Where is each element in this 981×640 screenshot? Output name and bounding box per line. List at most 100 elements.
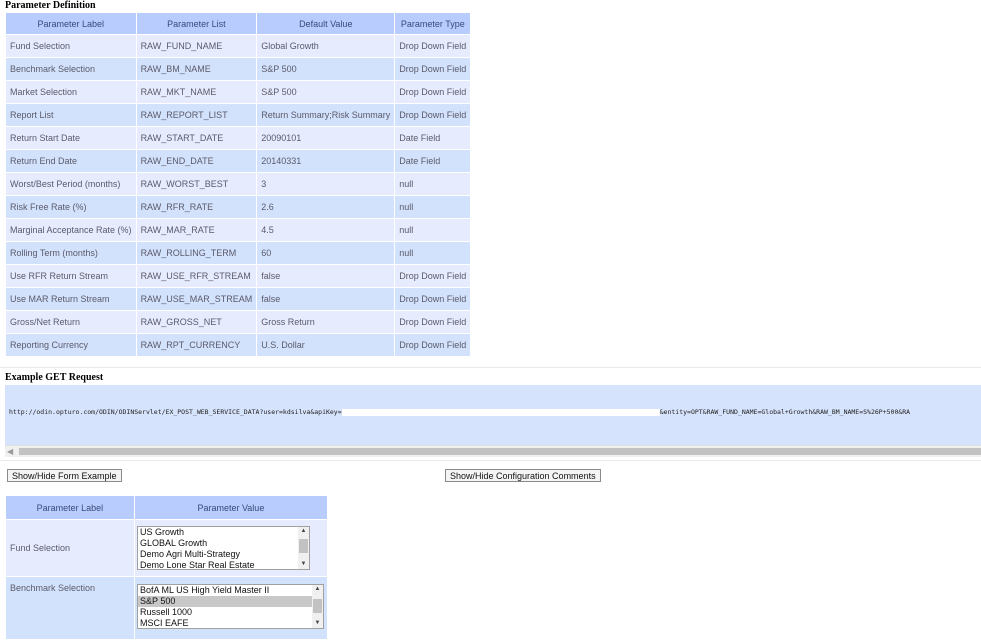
param-label-cell: Fund Selection bbox=[5, 34, 137, 58]
table-row: Marginal Acceptance Rate (%) RAW_MAR_RATE… bbox=[5, 218, 472, 242]
scroll-left-icon[interactable]: ◀ bbox=[7, 446, 13, 457]
param-list-cell: RAW_END_DATE bbox=[135, 149, 258, 173]
default-value-cell: Global Growth bbox=[256, 34, 396, 58]
param-type-cell: null bbox=[394, 241, 472, 265]
param-label-cell: Use RFR Return Stream bbox=[5, 264, 137, 288]
redacted-api-key bbox=[341, 408, 660, 416]
table-row: Fund Selection RAW_FUND_NAME Global Growth… bbox=[5, 34, 472, 58]
param-list-cell: RAW_START_DATE bbox=[135, 126, 258, 150]
table-row: Use MAR Return Stream RAW_USE_MAR_STREAM f… bbox=[5, 287, 472, 311]
param-type-cell: Drop Down Field bbox=[394, 310, 472, 334]
table-header-row: Parameter Label Parameter Value bbox=[5, 495, 329, 520]
request-url-prefix: http://odin.opturo.com/ODIN/ODINServlet/… bbox=[9, 408, 342, 416]
scroll-up-icon[interactable]: ▲ bbox=[312, 585, 323, 594]
table-row: Rolling Term (months) RAW_ROLLING_TERM 60 n… bbox=[5, 241, 472, 265]
list-item[interactable]: MSCI EAFE bbox=[138, 618, 323, 628]
param-label-cell: Marginal Acceptance Rate (%) bbox=[5, 218, 137, 242]
param-label-cell: Reporting Currency bbox=[5, 333, 137, 357]
param-list-cell: RAW_MKT_NAME bbox=[135, 80, 258, 104]
default-value-cell: 60 bbox=[256, 241, 396, 265]
section-divider bbox=[0, 460, 981, 461]
default-value-cell: false bbox=[256, 287, 396, 311]
column-header-parameter-label: Parameter Label bbox=[5, 12, 137, 35]
scrollbar-thumb[interactable] bbox=[19, 448, 981, 455]
param-label-cell: Report List bbox=[5, 103, 137, 127]
benchmark-selection-listbox[interactable]: BofA ML US High Yield Master II S&P 500 … bbox=[137, 584, 324, 629]
default-value-cell: Return Summary;Risk Summary bbox=[256, 103, 396, 127]
list-item-selected[interactable]: S&P 500 bbox=[138, 596, 323, 607]
param-list-cell: RAW_WORST_BEST bbox=[135, 172, 258, 196]
request-url-text: http://odin.opturo.com/ODIN/ODINServlet/… bbox=[9, 408, 910, 416]
scroll-down-icon[interactable]: ▼ bbox=[312, 619, 323, 628]
param-type-cell: null bbox=[394, 172, 472, 196]
default-value-cell: 4.5 bbox=[256, 218, 396, 242]
list-item[interactable]: Demo Lone Star Real Estate bbox=[138, 560, 309, 569]
list-item[interactable]: Russell 1000 bbox=[138, 607, 323, 618]
default-value-cell: 3 bbox=[256, 172, 396, 196]
fund-selection-listbox[interactable]: US Growth GLOBAL Growth Demo Agri Multi-… bbox=[137, 526, 310, 570]
param-list-cell: RAW_USE_MAR_STREAM bbox=[135, 287, 258, 311]
default-value-cell: Gross Return bbox=[256, 310, 396, 334]
default-value-cell: U.S. Dollar bbox=[256, 333, 396, 357]
param-type-cell: null bbox=[394, 195, 472, 219]
param-label-cell: Return End Date bbox=[5, 149, 137, 173]
list-item[interactable]: GLOBAL Growth bbox=[138, 538, 309, 549]
param-label-cell: Market Selection bbox=[5, 80, 137, 104]
param-list-cell: RAW_REPORT_LIST bbox=[135, 103, 258, 127]
param-list-cell: RAW_FUND_NAME bbox=[135, 34, 258, 58]
table-row: Benchmark Selection RAW_BM_NAME S&P 500 Dro… bbox=[5, 57, 472, 81]
scroll-up-icon[interactable]: ▲ bbox=[298, 527, 309, 536]
scrollbar-thumb[interactable] bbox=[299, 539, 308, 553]
parameter-definition-table: Parameter Label Parameter List Default V… bbox=[5, 12, 472, 357]
column-header-parameter-label: Parameter Label bbox=[5, 495, 135, 520]
table-row: Market Selection RAW_MKT_NAME S&P 500 Drop … bbox=[5, 80, 472, 104]
scrollbar-thumb[interactable] bbox=[313, 599, 322, 613]
default-value-cell: S&P 500 bbox=[256, 57, 396, 81]
param-type-cell: Drop Down Field bbox=[394, 333, 472, 357]
request-url-suffix: &entity=OPT&RAW_FUND_NAME=Global+Growth&… bbox=[659, 408, 911, 416]
default-value-cell: false bbox=[256, 264, 396, 288]
default-value-cell: 2.6 bbox=[256, 195, 396, 219]
column-header-parameter-list: Parameter List bbox=[135, 12, 258, 35]
parameter-definition-title: Parameter Definition bbox=[5, 0, 96, 11]
param-label-cell: Return Start Date bbox=[5, 126, 137, 150]
table-row: Return Start Date RAW_START_DATE 20090101 D… bbox=[5, 126, 472, 150]
param-label-cell: Benchmark Selection bbox=[5, 57, 137, 81]
vertical-scrollbar[interactable]: ▲ ▼ bbox=[312, 585, 323, 628]
param-type-cell: Drop Down Field bbox=[394, 80, 472, 104]
list-item[interactable]: Demo Agri Multi-Strategy bbox=[138, 549, 309, 560]
param-list-cell: RAW_MAR_RATE bbox=[135, 218, 258, 242]
table-row: Gross/Net Return RAW_GROSS_NET Gross Retur… bbox=[5, 310, 472, 334]
show-hide-form-example-button[interactable]: Show/Hide Form Example bbox=[7, 469, 122, 482]
list-item[interactable]: BofA ML US High Yield Master II bbox=[138, 585, 323, 596]
default-value-cell: 20090101 bbox=[256, 126, 396, 150]
param-list-cell: RAW_BM_NAME bbox=[135, 57, 258, 81]
request-url-box[interactable]: http://odin.opturo.com/ODIN/ODINServlet/… bbox=[5, 385, 981, 445]
param-type-cell: Drop Down Field bbox=[394, 57, 472, 81]
scroll-down-icon[interactable]: ▼ bbox=[298, 560, 309, 569]
param-list-cell: RAW_RFR_RATE bbox=[135, 195, 258, 219]
table-row: Return End Date RAW_END_DATE 20140331 Date … bbox=[5, 149, 472, 173]
benchmark-selection-label: Benchmark Selection bbox=[5, 576, 135, 640]
param-list-cell: RAW_USE_RFR_STREAM bbox=[135, 264, 258, 288]
param-type-cell: Date Field bbox=[394, 126, 472, 150]
param-label-cell: Rolling Term (months) bbox=[5, 241, 137, 265]
param-list-cell: RAW_RPT_CURRENCY bbox=[135, 333, 258, 357]
show-hide-configuration-comments-button[interactable]: Show/Hide Configuration Comments bbox=[445, 469, 601, 482]
param-label-cell: Risk Free Rate (%) bbox=[5, 195, 137, 219]
example-get-request-title: Example GET Request bbox=[5, 372, 104, 383]
horizontal-scrollbar[interactable]: ◀ bbox=[5, 445, 981, 457]
param-type-cell: Drop Down Field bbox=[394, 103, 472, 127]
section-divider bbox=[0, 367, 981, 368]
param-type-cell: Drop Down Field bbox=[394, 34, 472, 58]
table-row: Worst/Best Period (months) RAW_WORST_BEST… bbox=[5, 172, 472, 196]
list-item[interactable]: US Growth bbox=[138, 527, 309, 538]
param-type-cell: Drop Down Field bbox=[394, 264, 472, 288]
param-type-cell: Drop Down Field bbox=[394, 287, 472, 311]
table-row: Risk Free Rate (%) RAW_RFR_RATE 2.6 null bbox=[5, 195, 472, 219]
column-header-parameter-value: Parameter Value bbox=[133, 495, 329, 520]
vertical-scrollbar[interactable]: ▲ ▼ bbox=[298, 527, 309, 569]
table-row: Report List RAW_REPORT_LIST Return Summary… bbox=[5, 103, 472, 127]
column-header-parameter-type: Parameter Type bbox=[394, 12, 472, 35]
param-label-cell: Worst/Best Period (months) bbox=[5, 172, 137, 196]
